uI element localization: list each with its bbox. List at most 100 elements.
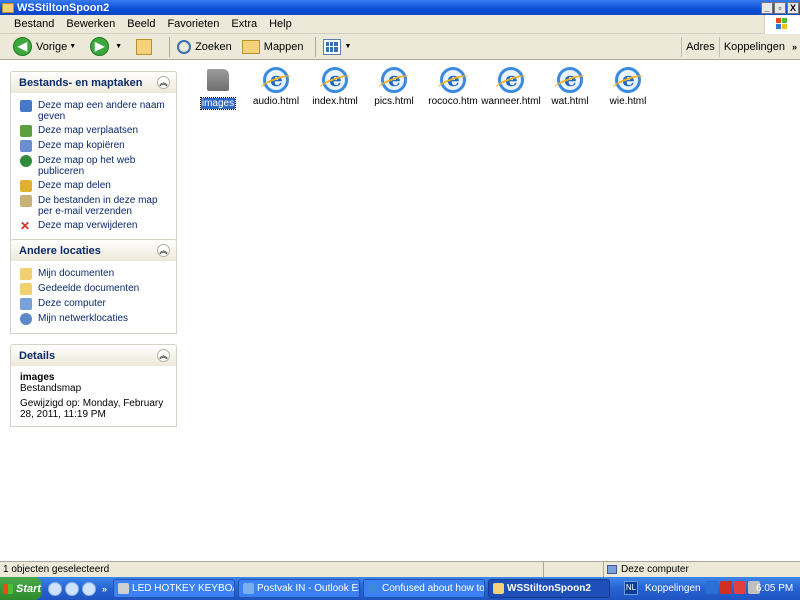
file-label: index.html bbox=[312, 96, 358, 107]
back-label: Vorige bbox=[36, 40, 68, 53]
toolbar-separator bbox=[169, 36, 171, 57]
panel-title: Andere locaties bbox=[19, 244, 101, 257]
file-item-images[interactable]: images bbox=[186, 67, 250, 110]
collapse-chevron-icon[interactable]: ︽ bbox=[157, 349, 170, 362]
file-item-wat[interactable]: wat.html bbox=[538, 67, 602, 107]
menu-help[interactable]: Help bbox=[263, 18, 298, 30]
collapse-chevron-icon[interactable]: ︽ bbox=[157, 76, 170, 89]
forward-dropdown-icon[interactable]: ▼ bbox=[115, 43, 122, 50]
file-label: audio.html bbox=[252, 96, 300, 107]
address-label[interactable]: Adres bbox=[681, 37, 719, 57]
folder-icon bbox=[207, 69, 229, 91]
back-dropdown-icon[interactable]: ▼ bbox=[69, 43, 76, 50]
menu-file[interactable]: Bestand bbox=[8, 18, 60, 30]
taskbar-button-keyboard[interactable]: LED HOTKEY KEYBOARD bbox=[113, 579, 236, 598]
file-folder-tasks-panel: Bestands- en maptaken ︽ Deze map een and… bbox=[10, 71, 177, 241]
taskbar-clock[interactable]: 6:05 PM bbox=[756, 577, 793, 600]
links-label[interactable]: Koppelingen bbox=[718, 37, 789, 57]
file-item-wanneer[interactable]: wanneer.html bbox=[479, 67, 543, 107]
menu-view[interactable]: Beeld bbox=[121, 18, 161, 30]
file-item-rococo[interactable]: rococo.htm bbox=[421, 67, 485, 107]
status-selection: 1 objecten geselecteerd bbox=[0, 562, 544, 577]
quick-launch: » bbox=[48, 581, 110, 596]
taskbar-links-label: Koppelingen bbox=[645, 583, 701, 594]
app-tray-icon[interactable] bbox=[734, 581, 746, 594]
menu-tools[interactable]: Extra bbox=[225, 18, 263, 30]
task-move-folder[interactable]: Deze map verplaatsen bbox=[20, 125, 170, 137]
start-button[interactable]: Start bbox=[0, 577, 42, 600]
place-shared-documents[interactable]: Gedeelde documenten bbox=[20, 283, 170, 295]
back-button[interactable]: ◀ Vorige ▼ bbox=[10, 36, 83, 58]
html-file-icon bbox=[498, 67, 524, 93]
panel-title: Bestands- en maptaken bbox=[19, 76, 143, 89]
taskbar-button-outlook[interactable]: Postvak IN - Outlook Ex... bbox=[238, 579, 361, 598]
views-button[interactable]: ▼ bbox=[320, 36, 359, 58]
internet-explorer-icon bbox=[368, 583, 380, 594]
folders-label: Mappen bbox=[263, 40, 304, 53]
internet-explorer-icon[interactable] bbox=[65, 581, 79, 596]
maximize-button[interactable]: ▫ bbox=[774, 1, 786, 14]
place-my-computer[interactable]: Deze computer bbox=[20, 298, 170, 310]
links-more-chevron[interactable]: » bbox=[789, 42, 800, 52]
file-label: wanneer.html bbox=[481, 96, 541, 107]
html-file-icon bbox=[440, 67, 466, 93]
network-tray-icon[interactable] bbox=[706, 581, 718, 594]
rename-icon bbox=[20, 100, 32, 112]
search-button[interactable]: Zoeken bbox=[174, 36, 235, 58]
email-icon bbox=[20, 195, 32, 207]
details-header[interactable]: Details ︽ bbox=[10, 344, 177, 366]
file-item-wie[interactable]: wie.html bbox=[596, 67, 660, 107]
task-share-folder[interactable]: Deze map delen bbox=[20, 180, 170, 192]
folder-up-icon bbox=[136, 38, 153, 55]
views-icon bbox=[322, 38, 341, 55]
quick-launch-more-chevron[interactable]: » bbox=[102, 584, 107, 594]
task-rename-folder[interactable]: Deze map een andere naam geven bbox=[20, 100, 170, 122]
show-desktop-icon[interactable] bbox=[48, 581, 62, 596]
language-indicator[interactable]: NL bbox=[624, 581, 638, 595]
collapse-chevron-icon[interactable]: ︽ bbox=[157, 244, 170, 257]
file-item-audio[interactable]: audio.html bbox=[244, 67, 308, 107]
up-button[interactable] bbox=[133, 36, 161, 58]
taskbar-links-toolbar[interactable]: Koppelingen » bbox=[641, 577, 712, 600]
task-copy-folder[interactable]: Deze map kopiëren bbox=[20, 140, 170, 152]
status-location-label: Deze computer bbox=[621, 564, 689, 575]
close-button[interactable]: X bbox=[787, 1, 799, 14]
computer-icon bbox=[607, 565, 617, 574]
place-my-documents[interactable]: Mijn documenten bbox=[20, 268, 170, 280]
menu-edit[interactable]: Bewerken bbox=[60, 18, 121, 30]
html-file-icon bbox=[381, 67, 407, 93]
folders-button[interactable]: Mappen bbox=[239, 36, 307, 58]
window-title: WSStiltonSpoon2 bbox=[17, 1, 110, 14]
folder-icon bbox=[2, 2, 14, 13]
title-bar[interactable]: WSStiltonSpoon2 _ ▫ X bbox=[0, 0, 800, 15]
globe-icon bbox=[20, 155, 32, 167]
place-network[interactable]: Mijn netwerklocaties bbox=[20, 313, 170, 325]
windows-logo bbox=[764, 15, 800, 34]
details-body: images Bestandsmap Gewijzigd op: Monday,… bbox=[10, 366, 177, 427]
menu-favorites[interactable]: Favorieten bbox=[161, 18, 225, 30]
menu-bar: Bestand Bewerken Beeld Favorieten Extra … bbox=[0, 15, 800, 34]
taskbar-button-explorer[interactable]: WSStiltonSpoon2 bbox=[488, 579, 611, 598]
other-places-panel: Andere locaties ︽ Mijn documenten Gedeel… bbox=[10, 239, 177, 334]
task-delete-folder[interactable]: ✕ Deze map verwijderen bbox=[20, 220, 170, 232]
task-email-files[interactable]: De bestanden in deze map per e-mail verz… bbox=[20, 195, 170, 217]
search-icon bbox=[177, 39, 192, 54]
forward-button[interactable]: ▶ ▼ bbox=[87, 36, 129, 58]
task-publish-folder[interactable]: Deze map op het web publiceren bbox=[20, 155, 170, 177]
move-icon bbox=[20, 125, 32, 137]
antivirus-tray-icon[interactable] bbox=[720, 581, 732, 594]
details-panel: Details ︽ images Bestandsmap Gewijzigd o… bbox=[10, 344, 177, 427]
minimize-button[interactable]: _ bbox=[761, 1, 773, 14]
standard-toolbar: ◀ Vorige ▼ ▶ ▼ Zoeken Mappen ▼ Adres Kop… bbox=[0, 34, 800, 60]
file-item-index[interactable]: index.html bbox=[303, 67, 367, 107]
file-list: images audio.html index.html pics.html r… bbox=[186, 61, 800, 561]
my-documents-icon bbox=[20, 268, 32, 280]
taskbar-button-browser[interactable]: Confused about how to ... bbox=[363, 579, 486, 598]
file-item-pics[interactable]: pics.html bbox=[362, 67, 426, 107]
delete-icon: ✕ bbox=[20, 219, 31, 233]
shared-documents-icon bbox=[20, 283, 32, 295]
outlook-express-icon[interactable] bbox=[82, 581, 96, 596]
file-label: wat.html bbox=[551, 96, 589, 107]
file-folder-tasks-header[interactable]: Bestands- en maptaken ︽ bbox=[10, 71, 177, 93]
other-places-header[interactable]: Andere locaties ︽ bbox=[10, 239, 177, 261]
